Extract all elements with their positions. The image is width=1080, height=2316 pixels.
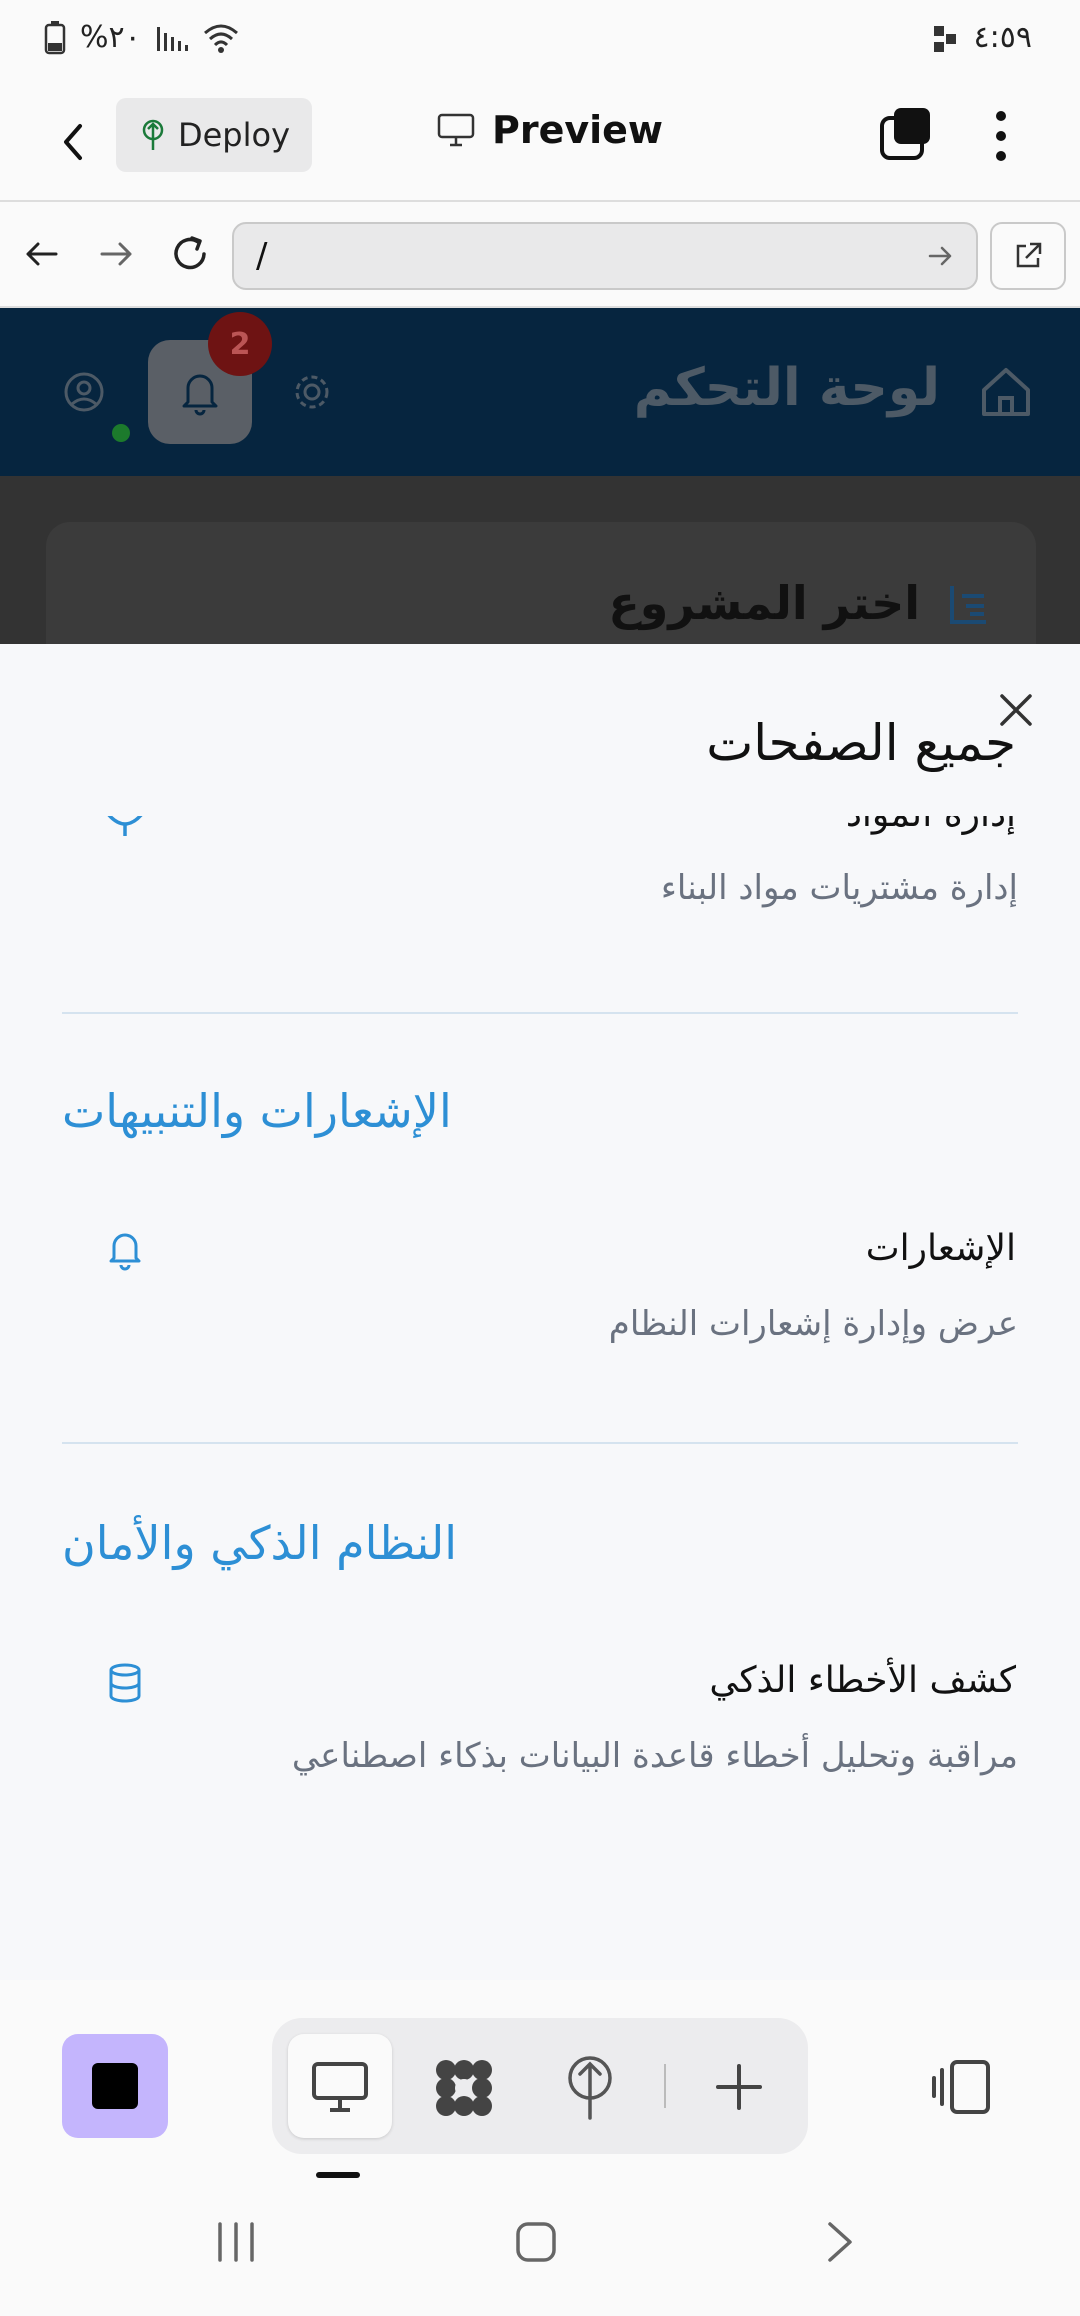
back-nav-icon[interactable] bbox=[822, 2218, 858, 2266]
home-icon bbox=[976, 362, 1036, 426]
stop-button[interactable] bbox=[62, 2034, 168, 2138]
section-divider bbox=[62, 1442, 1018, 1444]
monitor-icon bbox=[437, 113, 475, 147]
settings-icon bbox=[290, 370, 334, 418]
browser-forward-button[interactable] bbox=[96, 234, 136, 278]
deploy-icon[interactable] bbox=[562, 2054, 618, 2120]
project-card-title: اختر المشروع bbox=[608, 576, 920, 630]
bottom-toolbar bbox=[0, 1980, 1080, 2180]
sheet-title: جميع الصفحات bbox=[706, 714, 1016, 772]
deploy-label: Deploy bbox=[177, 116, 291, 154]
more-menu-button[interactable] bbox=[990, 108, 1012, 168]
dashboard-header: لوحة التحكم 2 bbox=[0, 308, 1080, 476]
item-title: الإشعارات bbox=[865, 1228, 1016, 1269]
recent-apps-icon[interactable] bbox=[214, 2220, 258, 2264]
sidebar-panel-icon[interactable] bbox=[930, 2058, 994, 2116]
status-left: %٢٠ bbox=[44, 20, 239, 55]
chevron-left-icon bbox=[64, 124, 82, 160]
notification-badge: 2 bbox=[208, 312, 272, 376]
user-icon bbox=[62, 370, 106, 418]
url-input[interactable]: / bbox=[232, 222, 978, 290]
online-indicator bbox=[112, 424, 130, 442]
tabs-button[interactable] bbox=[878, 104, 934, 168]
browser-back-button[interactable] bbox=[22, 234, 62, 278]
section-heading-notifications: الإشعارات والتنبيهات bbox=[62, 1084, 452, 1138]
reload-icon bbox=[174, 236, 206, 270]
app-header: Deploy Preview bbox=[0, 80, 1080, 202]
url-value: / bbox=[256, 236, 268, 276]
arrow-right-icon bbox=[100, 242, 132, 266]
toolbar-divider bbox=[664, 2064, 666, 2108]
page-overlay[interactable]: لوحة التحكم 2 اختر المشروع bbox=[0, 308, 1080, 644]
preview-tab[interactable]: Preview bbox=[436, 108, 663, 152]
battery-icon bbox=[44, 20, 66, 54]
dashboard-title: لوحة التحكم bbox=[633, 358, 940, 418]
preview-label: Preview bbox=[492, 108, 664, 152]
deploy-button[interactable]: Deploy bbox=[116, 98, 312, 172]
monitor-icon bbox=[312, 2062, 368, 2112]
status-time: ٤:٥٩ bbox=[973, 20, 1032, 55]
deploy-icon bbox=[142, 119, 164, 150]
item-title: كشف الأخطاء الذكي bbox=[709, 1660, 1016, 1701]
back-button[interactable] bbox=[52, 112, 92, 176]
arrow-left-icon bbox=[26, 242, 58, 266]
bell-icon bbox=[182, 374, 218, 416]
apps-icon[interactable] bbox=[432, 2056, 496, 2120]
open-external-button[interactable] bbox=[990, 222, 1066, 290]
item-description: مراقبة وتحليل أخطاء قاعدة البيانات بذكاء… bbox=[291, 1736, 1018, 1776]
notification-dots-icon bbox=[934, 26, 958, 56]
list-icon bbox=[944, 580, 992, 632]
signal-icon bbox=[156, 26, 188, 51]
more-vertical-icon bbox=[996, 111, 1006, 161]
stop-icon bbox=[92, 2063, 138, 2109]
plus-icon[interactable] bbox=[712, 2060, 766, 2114]
status-bar: %٢٠ ٤:٥٩ bbox=[0, 0, 1080, 80]
all-pages-sheet: جميع الصفحات إدارة المواد إدارة مشتريات … bbox=[0, 644, 1080, 1980]
section-divider bbox=[62, 1012, 1018, 1014]
home-button-icon[interactable] bbox=[514, 2220, 558, 2264]
reload-button[interactable] bbox=[168, 232, 212, 280]
tabs-icon bbox=[880, 108, 930, 160]
system-nav-bar bbox=[0, 2180, 1080, 2316]
list-item[interactable] bbox=[0, 816, 1080, 966]
active-tab-indicator bbox=[316, 2172, 360, 2178]
external-link-icon bbox=[1016, 242, 1042, 268]
wifi-icon bbox=[203, 24, 238, 53]
item-description: عرض وإدارة إشعارات النظام bbox=[608, 1304, 1018, 1344]
bell-icon bbox=[109, 1233, 141, 1271]
battery-percent: %٢٠ bbox=[80, 20, 141, 55]
section-heading-smart-system: النظام الذكي والأمان bbox=[62, 1516, 457, 1570]
url-bar: / bbox=[0, 204, 1080, 308]
go-arrow-icon[interactable] bbox=[926, 242, 954, 270]
database-icon bbox=[109, 1663, 141, 1703]
